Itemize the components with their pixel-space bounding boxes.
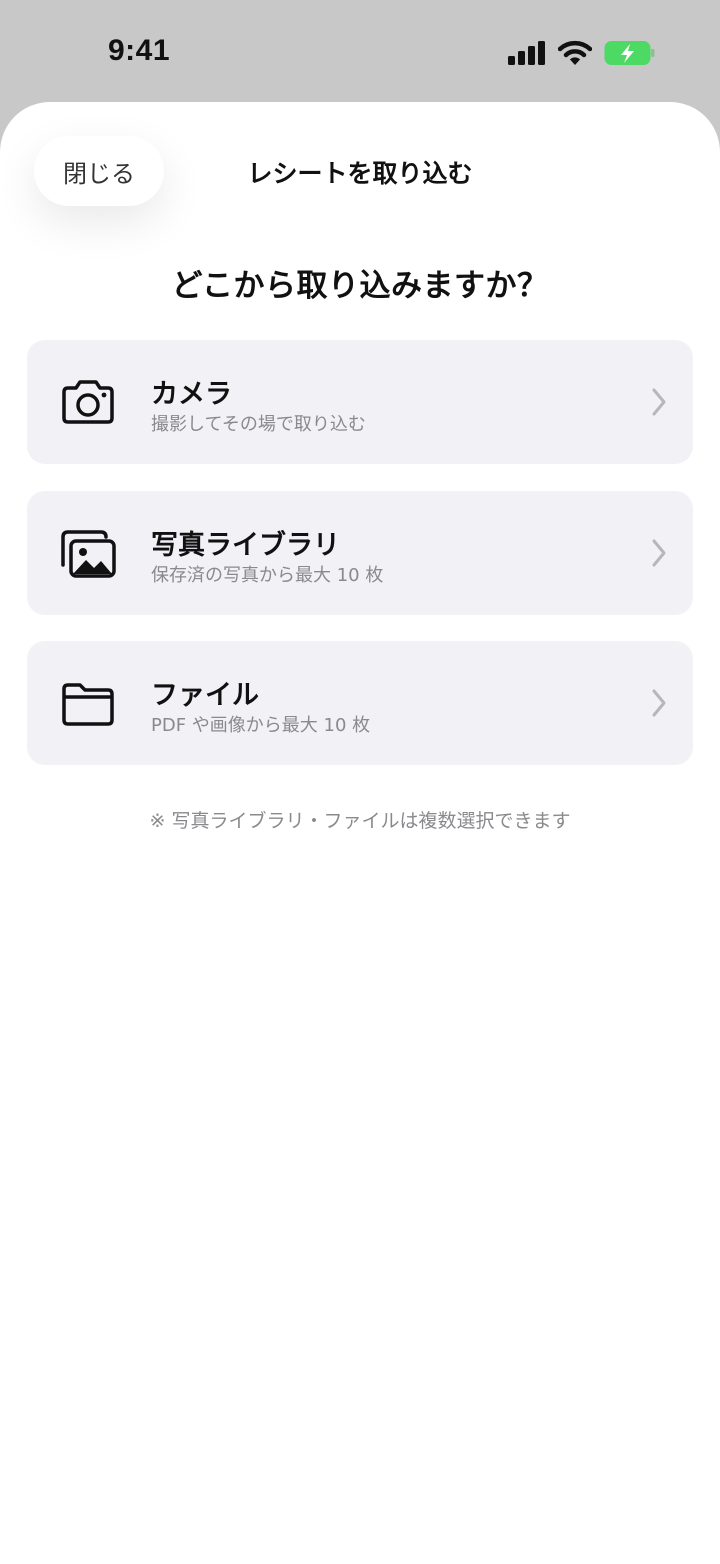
battery-charging-icon — [604, 41, 655, 65]
sheet-title: レシートを取り込む — [247, 159, 473, 188]
option-photo-library[interactable]: 写真ライブラリ 保存済の写真から最大 10 枚 — [27, 491, 693, 615]
option-photo-library-title: 写真ライブラリ — [151, 530, 340, 561]
multi-select-note: ※ 写真ライブラリ・ファイルは複数選択できます — [149, 810, 571, 832]
status-bar: 9:41 — [0, 0, 720, 102]
folder-icon — [62, 683, 114, 726]
status-time: 9:41 — [108, 34, 171, 67]
option-camera-title: カメラ — [151, 379, 232, 410]
question-heading: どこから取り込みますか？ — [171, 268, 549, 304]
chevron-right-icon — [652, 539, 666, 567]
signal-icon — [508, 41, 545, 65]
option-photo-library-subtitle: 保存済の写真から最大 10 枚 — [151, 565, 384, 586]
bottom-sheet: 閉じる レシートを取り込む どこから取り込みますか？ カメラ 撮影してその場で取… — [0, 102, 720, 1564]
option-camera[interactable]: カメラ 撮影してその場で取り込む — [27, 340, 693, 464]
option-file-title: ファイル — [151, 680, 259, 711]
option-camera-subtitle: 撮影してその場で取り込む — [151, 414, 366, 435]
photo-library-icon — [61, 530, 116, 578]
status-icons — [508, 38, 656, 68]
camera-icon — [62, 380, 114, 424]
wifi-icon — [558, 40, 592, 65]
chevron-right-icon — [652, 689, 666, 717]
option-file-subtitle: PDF や画像から最大 10 枚 — [151, 715, 371, 736]
option-file[interactable]: ファイル PDF や画像から最大 10 枚 — [27, 641, 693, 765]
chevron-right-icon — [652, 388, 666, 416]
